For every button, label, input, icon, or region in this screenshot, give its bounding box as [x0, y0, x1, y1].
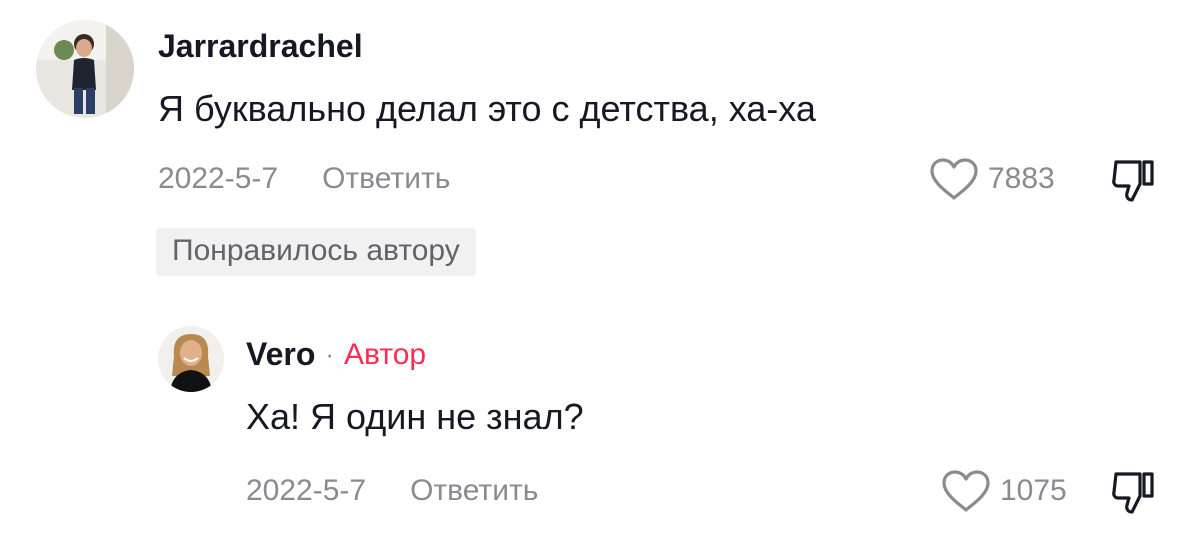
- comment-date: 2022-5-7: [158, 162, 279, 195]
- dislike-button[interactable]: [1106, 154, 1160, 208]
- thumbs-down-icon: [1112, 472, 1154, 514]
- thumbs-down-icon: [1112, 160, 1154, 202]
- dislike-button[interactable]: [1106, 466, 1160, 520]
- avatar[interactable]: [36, 20, 134, 118]
- name-row: Vero · Автор: [246, 336, 426, 373]
- like-count: 7883: [988, 162, 1055, 195]
- username[interactable]: Vero: [246, 336, 315, 373]
- like-count: 1075: [1000, 474, 1067, 507]
- heart-outline-icon: [930, 158, 978, 200]
- like-button[interactable]: 1075: [940, 468, 1067, 514]
- comment-text: Я буквально делал это с детства, ха-ха: [158, 88, 816, 129]
- comment-text: Ха! Я один не знал?: [246, 396, 584, 437]
- reply-button[interactable]: Ответить: [410, 474, 538, 508]
- comment-meta: 2022-5-7 Ответить: [158, 162, 450, 196]
- reply-button[interactable]: Ответить: [322, 162, 450, 196]
- separator-dot: ·: [325, 339, 335, 369]
- liked-by-author-tag: Понравилось автору: [156, 228, 476, 276]
- comment-date: 2022-5-7: [246, 474, 367, 507]
- heart-outline-icon: [942, 470, 990, 512]
- like-button[interactable]: 7883: [928, 156, 1055, 202]
- comment-item: Jarrardrachel Я буквально делал это с де…: [0, 0, 1200, 290]
- author-badge: Автор: [344, 337, 427, 371]
- avatar[interactable]: [158, 326, 224, 392]
- comment-meta: 2022-5-7 Ответить: [246, 474, 538, 508]
- reply-item: Vero · Автор Ха! Я один не знал? 2022-5-…: [0, 300, 1200, 556]
- username[interactable]: Jarrardrachel: [158, 28, 363, 65]
